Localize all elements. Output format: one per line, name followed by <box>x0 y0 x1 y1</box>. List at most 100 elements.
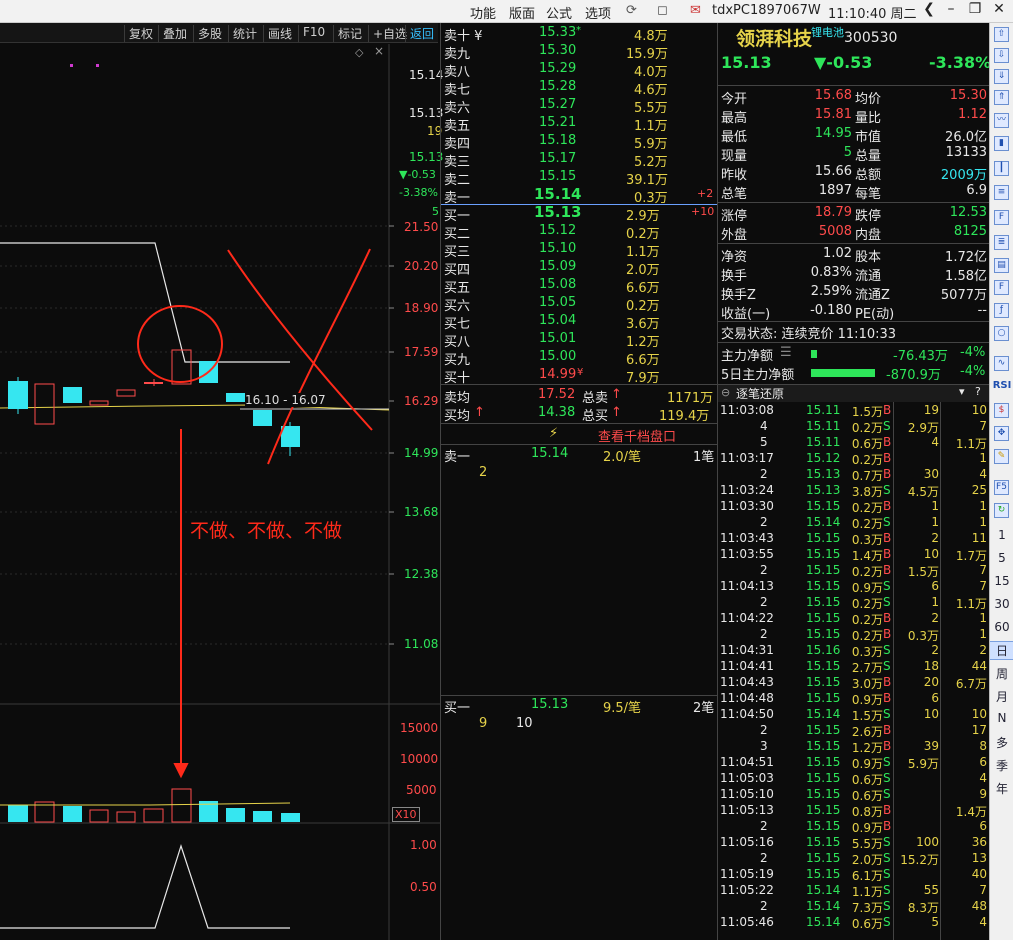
tick-volume: 1.1万 <box>851 885 883 899</box>
f10-button[interactable]: F10 <box>298 25 329 42</box>
page-down-icon[interactable]: ⇓ <box>994 69 1009 84</box>
doc-icon[interactable]: ▤ <box>994 258 1009 273</box>
f10-icon[interactable]: F <box>994 210 1009 225</box>
tick-volume: 1.5万 <box>851 405 883 419</box>
axis-tick-2: 18.90 <box>404 301 439 315</box>
tick-side: B <box>883 467 892 481</box>
diamond-icon[interactable]: ◇ <box>355 46 363 59</box>
ask-row[interactable]: 卖十 ¥ 15.33 * 4.8万 <box>441 25 718 44</box>
bid-row[interactable]: 买三 15.10 1.1万 <box>441 241 718 260</box>
tick-price: 15.15 <box>806 771 841 785</box>
ask-row[interactable]: 卖五 15.21 1.1万 <box>441 115 718 134</box>
stat-row: 外盘 5008 内盘 8125 <box>718 224 990 243</box>
restore-rights-button[interactable]: 复权 <box>124 25 157 42</box>
period-month[interactable]: 月 <box>990 688 1013 705</box>
ask-row[interactable]: 卖七 15.28 4.6万 <box>441 79 718 98</box>
period-n[interactable]: N <box>990 711 1013 725</box>
bid-row[interactable]: 买十 14.99 ¥7.9万 <box>441 367 718 386</box>
period-year[interactable]: 年 <box>990 780 1013 797</box>
f5-icon[interactable]: F5 <box>994 480 1009 495</box>
menu-formula[interactable]: 公式 <box>546 3 572 22</box>
ask-row[interactable]: 卖六 15.27 5.5万 <box>441 97 718 116</box>
tick-orders: 10 <box>971 707 987 721</box>
period-week[interactable]: 周 <box>990 665 1013 682</box>
kline-icon[interactable]: ▮ <box>994 136 1009 151</box>
draw-line-button[interactable]: 画线 <box>263 25 296 42</box>
detail-icon[interactable]: ≡ <box>994 185 1009 200</box>
kline-chart[interactable]: ◇ × 15.14 15.13 19 15.13 ▼-0.53 -3.38% 5… <box>0 44 443 940</box>
rsi-button[interactable]: RSI <box>990 380 1013 391</box>
back-icon[interactable]: ❮ <box>918 1 940 21</box>
bid-row[interactable]: 买九 15.00 6.6万 <box>441 349 718 368</box>
bid-row[interactable]: 买七 15.04 3.6万 <box>441 313 718 332</box>
move-icon[interactable]: ✥ <box>994 426 1009 441</box>
thousand-depth-link[interactable]: 查看千档盘口 <box>598 426 676 445</box>
tick-orders: 1 <box>979 499 987 513</box>
restore-icon[interactable]: ❐ <box>964 1 986 21</box>
stock-tag[interactable]: 锂电池 <box>811 24 844 40</box>
bid-row[interactable]: 买五 15.08 6.6万 <box>441 277 718 296</box>
stat-value: 26.0亿 <box>945 130 987 145</box>
ask-row[interactable]: 卖四 15.18 5.9万 <box>441 133 718 152</box>
bid-row[interactable]: 买四 15.09 2.0万 <box>441 259 718 278</box>
ask-row[interactable]: 卖三 15.17 5.2万 <box>441 151 718 170</box>
mark-button[interactable]: 标记 <box>333 25 366 42</box>
tick-orders: 7 <box>979 563 987 577</box>
down-arrow-icon[interactable]: ⇩ <box>994 48 1009 63</box>
news-icon[interactable]: ≣ <box>994 235 1009 250</box>
filter-icon[interactable]: ▾ <box>959 385 965 398</box>
circle-icon[interactable]: ○ <box>994 326 1009 341</box>
return-button[interactable]: 返回 <box>405 25 438 42</box>
pencil-icon[interactable]: ✎ <box>994 449 1009 464</box>
sync-icon[interactable]: ⟳ <box>626 3 637 18</box>
mail-icon[interactable]: ✉ <box>690 3 701 18</box>
ask-row[interactable]: 卖八 15.29 4.0万 <box>441 61 718 80</box>
candle-icon[interactable]: ┃ <box>994 161 1009 176</box>
dollar-icon[interactable]: $ <box>994 403 1009 418</box>
minute-chart-icon[interactable]: 〰 <box>994 113 1009 128</box>
tick-count: 5.9万 <box>907 757 939 771</box>
refresh-icon[interactable]: ↻ <box>994 503 1009 518</box>
menu-icon: ☰ <box>780 345 792 360</box>
tick-side: B <box>883 563 892 577</box>
period-1min[interactable]: 1 <box>990 528 1013 542</box>
tick-time: 2 <box>760 627 768 641</box>
bid-row[interactable]: 买八 15.01 1.2万 <box>441 331 718 350</box>
period-day[interactable]: 日 <box>990 641 1013 660</box>
period-15min[interactable]: 15 <box>990 574 1013 588</box>
menu-function[interactable]: 功能 <box>470 3 496 22</box>
bid-row[interactable]: 买二 15.12 0.2万 <box>441 223 718 242</box>
close-icon[interactable]: ✕ <box>988 1 1010 21</box>
stats-button[interactable]: 统计 <box>228 25 261 42</box>
up-arrow-icon[interactable]: ⇧ <box>994 27 1009 42</box>
tick-price: 15.15 <box>806 739 841 753</box>
ask-delta: +2 <box>697 187 714 200</box>
tick-orders: 48 <box>971 899 987 913</box>
formula-icon[interactable]: ƒ <box>994 303 1009 318</box>
bid-row[interactable]: 买一 15.13 2.9万 +10 <box>441 203 718 224</box>
ask-price: 15.30 <box>539 43 577 58</box>
chat-icon[interactable]: ◻ <box>657 3 668 18</box>
tick-count: 6 <box>931 691 939 705</box>
period-60min[interactable]: 60 <box>990 620 1013 634</box>
close-chart-icon[interactable]: × <box>374 44 384 58</box>
minimize-icon[interactable]: – <box>940 1 962 21</box>
overlay-button[interactable]: 叠加 <box>158 25 191 42</box>
period-multi[interactable]: 多 <box>990 734 1013 751</box>
tick-time: 11:05:10 <box>720 787 774 801</box>
ask-volume: 4.6万 <box>634 83 668 98</box>
collapse-icon[interactable]: ⊖ <box>721 386 730 399</box>
chart-line-icon[interactable]: ∿ <box>994 356 1009 371</box>
period-5min[interactable]: 5 <box>990 551 1013 565</box>
bid-price: 15.05 <box>539 295 577 310</box>
fiz-icon[interactable]: F <box>994 280 1009 295</box>
period-30min[interactable]: 30 <box>990 597 1013 611</box>
multi-stock-button[interactable]: 多股 <box>193 25 226 42</box>
page-up-icon[interactable]: ⇑ <box>994 90 1009 105</box>
ask-row[interactable]: 卖九 15.30 15.9万 <box>441 43 718 62</box>
menu-options[interactable]: 选项 <box>585 3 611 22</box>
menu-layout[interactable]: 版面 <box>509 3 535 22</box>
bid-row[interactable]: 买六 15.05 0.2万 <box>441 295 718 314</box>
period-quarter[interactable]: 季 <box>990 757 1013 774</box>
help-icon[interactable]: ? <box>975 385 981 398</box>
